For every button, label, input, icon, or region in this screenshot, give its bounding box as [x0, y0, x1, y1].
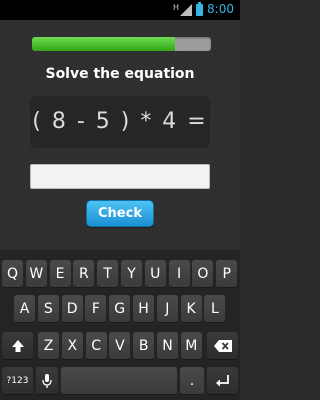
key-v[interactable]: V [109, 332, 131, 360]
shift-arrow-icon [11, 339, 24, 352]
key-j[interactable]: J [156, 295, 178, 323]
signal-icon [180, 4, 192, 16]
key-n[interactable]: N [157, 332, 178, 360]
clock: 8:00 [207, 2, 234, 16]
enter-key[interactable] [207, 367, 238, 395]
key-c[interactable]: C [85, 332, 107, 360]
prompt-text: Solve the equation [45, 66, 195, 82]
battery-icon [196, 2, 203, 16]
shift-key[interactable] [2, 332, 33, 360]
key-u[interactable]: U [144, 260, 166, 288]
microphone-icon [42, 373, 52, 388]
key-d[interactable]: D [61, 295, 83, 323]
key-y[interactable]: Y [121, 260, 142, 288]
network-type-label: H [173, 3, 180, 12]
space-key[interactable] [61, 367, 177, 395]
key-l[interactable]: L [204, 295, 226, 323]
key-f[interactable]: F [85, 295, 107, 323]
mic-key[interactable] [36, 367, 58, 395]
key-g[interactable]: G [109, 295, 131, 323]
enter-icon [215, 374, 229, 386]
key-q[interactable]: Q [2, 260, 23, 288]
period-key[interactable]: . [180, 367, 204, 395]
key-h[interactable]: H [133, 295, 154, 323]
key-i[interactable]: I [168, 260, 190, 288]
key-k[interactable]: K [180, 295, 202, 323]
key-z[interactable]: Z [38, 332, 59, 360]
key-m[interactable]: M [180, 332, 202, 360]
key-o[interactable]: O [192, 260, 214, 288]
backspace-key[interactable] [207, 332, 238, 360]
equation-panel: ( 8 - 5 ) * 4 = [30, 96, 210, 148]
status-bar: H 8:00 [0, 0, 240, 20]
key-p[interactable]: P [216, 260, 238, 288]
check-button[interactable]: Check [86, 200, 154, 227]
key-b[interactable]: B [133, 332, 155, 360]
key-a[interactable]: A [14, 295, 35, 323]
equation-text: ( 8 - 5 ) * 4 = [32, 109, 208, 134]
key-t[interactable]: T [97, 260, 119, 288]
key-s[interactable]: S [37, 295, 59, 323]
key-x[interactable]: X [61, 332, 83, 360]
soft-keyboard: ?123 . QWERTYUIOP ASDFGHJKL ZXCVBNM [0, 250, 240, 400]
symbols-key[interactable]: ?123 [2, 367, 33, 395]
progress-bar [32, 37, 211, 51]
key-r[interactable]: R [73, 260, 95, 288]
backspace-icon [213, 339, 232, 352]
progress-fill [32, 37, 176, 51]
key-w[interactable]: W [25, 260, 47, 288]
answer-input[interactable] [30, 164, 210, 189]
key-e[interactable]: E [49, 260, 71, 288]
